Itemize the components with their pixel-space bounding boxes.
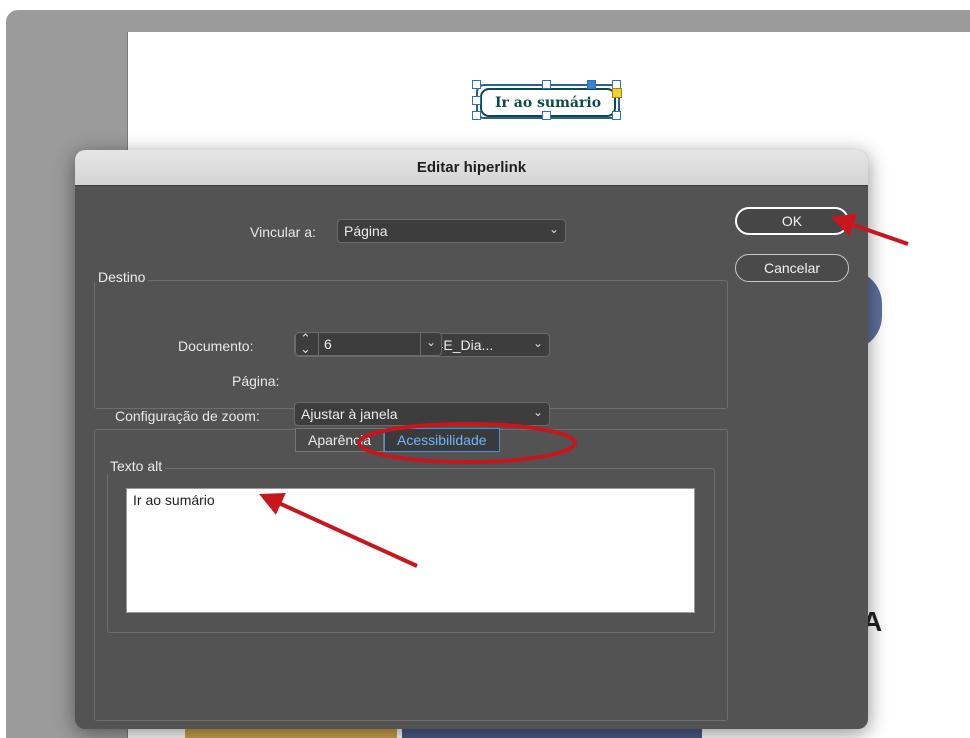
- annotation-overlay: [259, 213, 909, 568]
- ok-pointer-arrow: [830, 213, 909, 246]
- accessibility-tab-highlight-ellipse: [357, 422, 577, 464]
- alt-text-pointer-arrow: [259, 493, 418, 568]
